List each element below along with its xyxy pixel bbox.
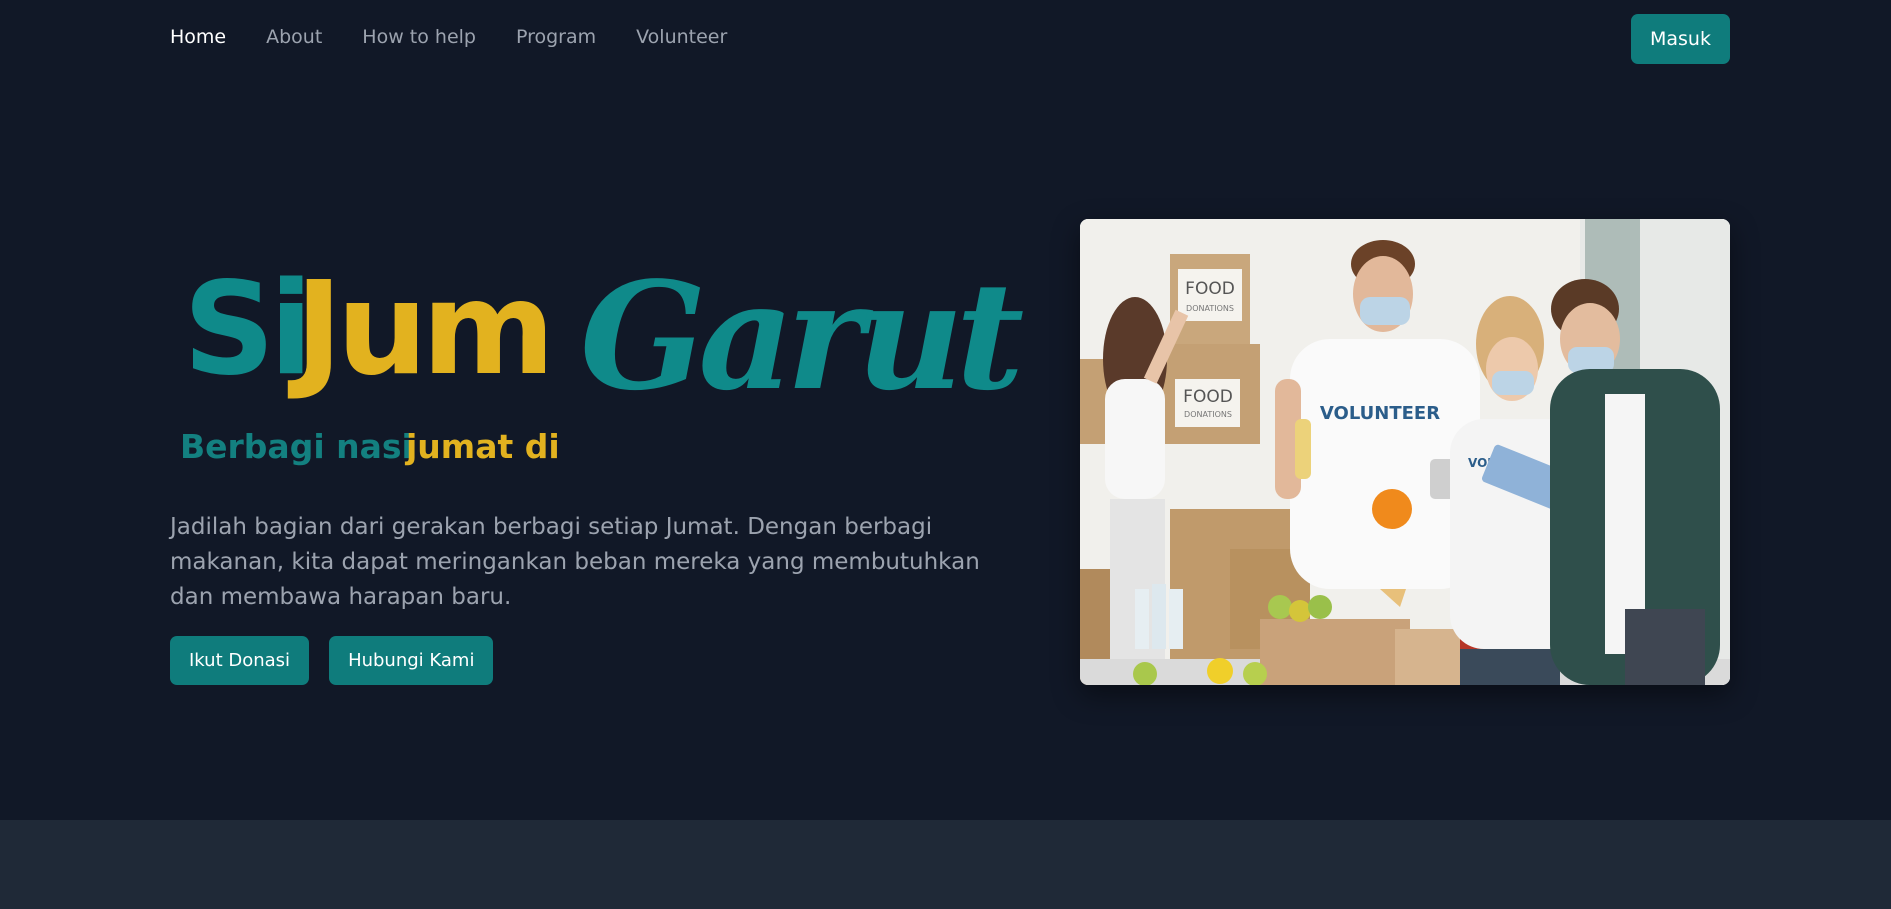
top-navbar: Home About How to help Program Volunteer…	[0, 0, 1891, 78]
nav-link-program[interactable]: Program	[516, 26, 596, 48]
nav-link-volunteer[interactable]: Volunteer	[636, 26, 727, 48]
donate-button[interactable]: Ikut Donasi	[170, 636, 310, 685]
hero-actions: Ikut Donasi Hubungi Kami	[170, 636, 494, 685]
logo-tagline-gold: jumat di	[406, 427, 560, 466]
hero-volunteers-photo: FOOD DONATIONS FOOD DONATIONS VOLUNTEER …	[1080, 219, 1730, 685]
next-section-band	[0, 820, 1891, 909]
nav-link-how-to-help[interactable]: How to help	[362, 26, 476, 48]
nav-link-about[interactable]: About	[266, 26, 322, 48]
contact-button[interactable]: Hubungi Kami	[329, 636, 494, 685]
logo-text-garut: Garut	[580, 249, 1024, 423]
photo-box-mid-sublabel: DONATIONS	[1184, 410, 1232, 419]
nav-link-home[interactable]: Home	[170, 26, 226, 48]
photo-shirt-label: VOLUNTEER	[1320, 403, 1440, 424]
logo-text-jum: Jum	[295, 255, 555, 404]
hero-description: Jadilah bagian dari gerakan berbagi seti…	[170, 514, 980, 610]
nav-links: Home About How to help Program Volunteer	[170, 26, 727, 48]
photo-box-top-label: FOOD	[1185, 279, 1235, 299]
sijum-garut-logo: Si Jum Garut Berbagi nasi jumat di	[180, 249, 1024, 480]
photo-box-top-sublabel: DONATIONS	[1186, 304, 1234, 313]
photo-box-mid-label: FOOD	[1183, 387, 1233, 407]
logo-tagline-teal: Berbagi nasi	[180, 427, 413, 466]
login-button[interactable]: Masuk	[1631, 14, 1730, 64]
logo-text-si: Si	[183, 255, 313, 404]
